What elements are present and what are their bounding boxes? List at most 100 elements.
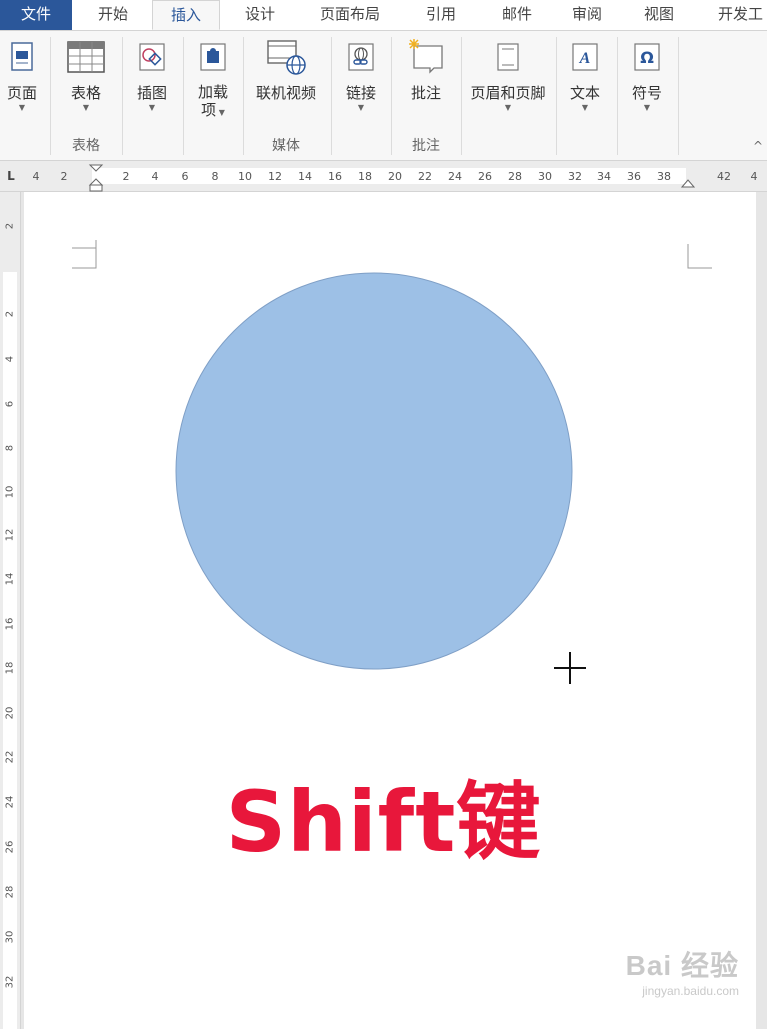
vertical-ruler[interactable]: 2 2 4 6 8 10 12 14 16 18 20 22 24 26 28 …: [0, 192, 21, 1029]
ruler-tick: 18: [358, 170, 372, 183]
ruler-tick: 30: [4, 930, 16, 944]
group-separator: [678, 37, 679, 155]
online-video-button[interactable]: 联机视频: [250, 37, 322, 103]
ruler-tick: 4: [750, 170, 758, 183]
ruler-tick: 6: [181, 170, 189, 183]
tab-home[interactable]: 开始: [78, 0, 148, 30]
symbols-button-label: 符号: [631, 84, 662, 102]
watermark-logo: Bai 经验: [625, 950, 739, 981]
ruler-tick: 14: [298, 170, 312, 183]
right-indent-marker-icon[interactable]: [681, 178, 695, 188]
collapse-ribbon-icon[interactable]: ^: [753, 139, 763, 153]
ruler-tick: 12: [268, 170, 282, 183]
tab-view[interactable]: 视图: [626, 0, 692, 30]
ruler-tick: 30: [538, 170, 552, 183]
page-canvas: [72, 240, 712, 684]
comment-button[interactable]: 批注: [400, 37, 452, 103]
dropdown-arrow-icon: ▼: [504, 103, 512, 112]
ruler-tick: 2: [4, 222, 16, 230]
ruler-tick: 4: [151, 170, 159, 183]
table-button-label: 表格: [70, 84, 101, 102]
dropdown-arrow-icon: ▼: [18, 103, 26, 112]
svg-text:Ω: Ω: [640, 48, 654, 67]
comment-button-label: 批注: [410, 84, 441, 102]
page-icon: [2, 37, 42, 77]
addins-button[interactable]: 加载 项 ▼: [190, 37, 236, 119]
dropdown-arrow-icon: ▼: [643, 103, 651, 112]
tab-stop-selector[interactable]: L: [4, 169, 18, 183]
ruler-tick: 32: [568, 170, 582, 183]
page-button[interactable]: 页面 ▼: [0, 37, 44, 113]
group-separator: [391, 37, 392, 155]
tab-insert[interactable]: 插入: [152, 0, 220, 30]
group-label-table: 表格: [72, 138, 100, 154]
tab-design[interactable]: 设计: [226, 0, 294, 30]
tab-page-layout[interactable]: 页面布局: [305, 0, 395, 30]
online-video-icon: [261, 37, 311, 77]
link-button-label: 链接: [345, 84, 376, 102]
table-button[interactable]: 表格 ▼: [60, 37, 112, 113]
tab-references[interactable]: 引用: [408, 0, 474, 30]
ruler-tick: 16: [4, 617, 16, 631]
ruler-tick: 14: [4, 572, 16, 586]
ruler-tick: 8: [211, 170, 219, 183]
ribbon-insert: 页面 ▼ 表格 ▼ 表格 插图 ▼ 加载 项 ▼ 联机视频 媒体 链接 ▼ 批注…: [0, 31, 767, 161]
group-separator: [50, 37, 51, 155]
group-separator: [617, 37, 618, 155]
shapes-icon: [132, 37, 172, 77]
ruler-tick: 2: [122, 170, 130, 183]
ruler-tick: 42: [717, 170, 731, 183]
addins-button-label: 加载 项 ▼: [190, 83, 236, 119]
ruler-tick: 38: [657, 170, 671, 183]
ruler-text-area: [3, 272, 17, 1029]
ruler-tick: 28: [508, 170, 522, 183]
illustrations-button-label: 插图: [136, 84, 167, 102]
dropdown-arrow-icon: ▼: [581, 103, 589, 112]
tab-mailings[interactable]: 邮件: [484, 0, 550, 30]
ruler-tick: 20: [4, 706, 16, 720]
header-footer-icon: [488, 37, 528, 77]
text-button[interactable]: A 文本 ▼: [562, 37, 608, 113]
ruler-tick: 10: [238, 170, 252, 183]
online-video-button-label: 联机视频: [255, 84, 316, 102]
group-label-comments: 批注: [412, 138, 440, 154]
addins-label-line1: 加载: [197, 83, 228, 101]
ruler-tick: 34: [597, 170, 611, 183]
margin-crop-marks: [72, 240, 712, 269]
tab-developer[interactable]: 开发工: [706, 0, 767, 30]
ruler-tick: 18: [4, 661, 16, 675]
indent-marker-icon[interactable]: [88, 164, 104, 194]
baidu-jingyan-watermark: Bai 经验 jingyan.baidu.com: [626, 944, 739, 998]
horizontal-ruler[interactable]: L 4 2 2 4 6 8 10 12 14 16 18 20 22 24 26…: [0, 161, 767, 192]
ruler-tick: 10: [4, 485, 16, 499]
dropdown-arrow-icon: ▼: [82, 103, 90, 112]
table-icon: [66, 37, 106, 77]
header-footer-button-label: 页眉和页脚: [470, 84, 546, 102]
ruler-tick: 36: [627, 170, 641, 183]
circle-shape[interactable]: [175, 272, 573, 670]
tab-review[interactable]: 审阅: [556, 0, 618, 30]
symbols-button[interactable]: Ω 符号 ▼: [624, 37, 670, 113]
ruler-tick: 24: [448, 170, 462, 183]
header-footer-button[interactable]: 页眉和页脚 ▼: [464, 37, 552, 113]
tab-file[interactable]: 文件: [0, 0, 72, 30]
addins-icon: [193, 37, 233, 77]
group-separator: [183, 37, 184, 155]
comment-icon: [406, 37, 446, 77]
ruler-tick: 6: [4, 400, 16, 408]
dropdown-arrow-icon: ▼: [148, 103, 156, 112]
link-button[interactable]: 链接 ▼: [338, 37, 384, 113]
link-icon: [341, 37, 381, 77]
ruler-tick: 28: [4, 885, 16, 899]
document-page[interactable]: [24, 192, 756, 1029]
shift-key-caption: Shift键: [225, 773, 542, 871]
watermark-url: jingyan.baidu.com: [642, 984, 739, 998]
ruler-tick: 26: [478, 170, 492, 183]
illustrations-button[interactable]: 插图 ▼: [130, 37, 174, 113]
dropdown-arrow-icon: ▼: [216, 108, 225, 117]
page-button-label: 页面: [6, 84, 37, 102]
group-label-media: 媒体: [272, 138, 300, 154]
ruler-tick: 32: [4, 975, 16, 989]
ruler-tick: 8: [4, 444, 16, 452]
ruler-tick: 4: [4, 355, 16, 363]
